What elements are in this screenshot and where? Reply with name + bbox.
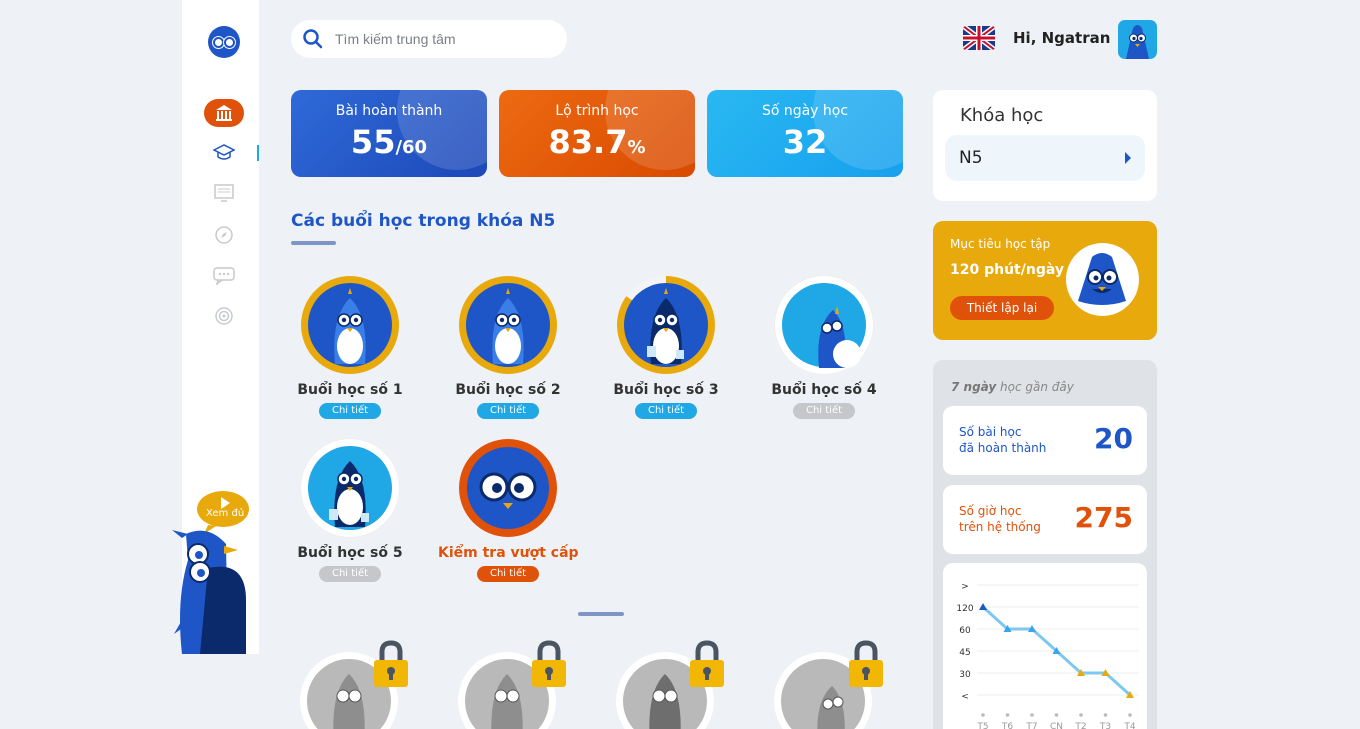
level-test[interactable]: Kiểm tra vượt cấp Chi tiết: [438, 439, 579, 582]
x-tick-dot: [1005, 713, 1010, 717]
stat-suffix: %: [627, 137, 646, 158]
x-tick-dot: [1054, 713, 1059, 717]
reset-goal-button[interactable]: Thiết lập lại: [950, 296, 1054, 320]
recent-stats-panel: 7 ngày học gần đây Số bài học đã hoàn thà…: [933, 360, 1157, 729]
x-tick-dot: [1079, 713, 1083, 717]
stat-suffix: /60: [395, 137, 428, 158]
penguin-badge-icon: [459, 276, 557, 374]
lesson-3[interactable]: Buổi học số 3 Chi tiết: [596, 276, 736, 419]
search-bar[interactable]: [291, 20, 567, 58]
lesson-name: Buổi học số 5: [297, 545, 403, 561]
penguin-badge-icon: [617, 276, 715, 374]
x-tick-label: T3: [1099, 722, 1111, 729]
helper-mascot[interactable]: Xem đủ: [168, 490, 258, 654]
y-tick-label: 120: [956, 604, 973, 614]
document-nav-icon[interactable]: [204, 179, 244, 207]
lesson-detail-button[interactable]: Chi tiết: [793, 403, 855, 419]
home-nav-icon[interactable]: [204, 99, 244, 127]
owl-badge-icon: [459, 439, 557, 537]
summary-value: 20: [1094, 422, 1133, 455]
lesson-detail-button[interactable]: Chi tiết: [319, 403, 381, 419]
see-more-label[interactable]: Xem đủ: [206, 508, 244, 519]
lesson-1[interactable]: Buổi học số 1 Chi tiết: [280, 276, 420, 419]
course-title: Khóa học: [960, 105, 1044, 126]
chevron-right-icon: [1125, 152, 1131, 164]
progress-card: Lộ trình học 83.7%: [499, 90, 695, 177]
penguin-badge-icon: [301, 439, 399, 537]
lock-icon: [373, 640, 409, 688]
y-tick-label: 45: [959, 648, 970, 658]
lesson-detail-button[interactable]: Chi tiết: [477, 403, 539, 419]
completed-lessons-card: Bài hoàn thành 55/60: [291, 90, 487, 177]
x-tick-dot: [1030, 713, 1034, 717]
stat-value: 83.7: [548, 123, 628, 161]
course-card: Khóa học N5: [933, 90, 1157, 201]
mascot-avatar: [1066, 243, 1139, 316]
section-underline: [291, 241, 336, 245]
stat-label: Số ngày học: [761, 103, 849, 119]
search-input[interactable]: [335, 31, 535, 47]
user-greeting: Hi, Ngatran: [1013, 29, 1111, 47]
x-tick-dot: [981, 713, 985, 717]
lesson-name: Buổi học số 4: [771, 382, 877, 398]
lesson-name: Kiểm tra vượt cấp: [438, 545, 579, 561]
study-days-card: Số ngày học 32: [707, 90, 903, 177]
x-tick-dot: [1103, 713, 1108, 717]
line-chart: >120 60 45 30 < T5 T6 T7 CN T2 T3 T4: [956, 582, 1139, 729]
y-tick-label: 30: [959, 670, 971, 680]
search-icon: [303, 29, 323, 49]
section-title: Các buổi học trong khóa N5: [291, 211, 556, 231]
study-hours-summary: Số giờ học trên hệ thống 275: [943, 485, 1147, 554]
lesson-name: Buổi học số 2: [455, 382, 561, 398]
x-tick-label: T2: [1074, 722, 1086, 729]
course-select[interactable]: N5: [945, 135, 1145, 181]
goal-label: Mục tiêu học tập: [950, 237, 1051, 251]
lock-icon: [689, 640, 725, 688]
lesson-detail-button[interactable]: Chi tiết: [477, 566, 539, 582]
course-selected-value: N5: [959, 148, 983, 168]
completed-lessons-summary: Số bài học đã hoàn thành 20: [943, 406, 1147, 475]
x-tick-label: T4: [1123, 722, 1135, 729]
lesson-name: Buổi học số 3: [613, 382, 719, 398]
user-avatar[interactable]: [1118, 20, 1157, 59]
chat-nav-icon[interactable]: [204, 262, 244, 290]
lesson-5[interactable]: Buổi học số 5 Chi tiết: [280, 439, 420, 582]
y-tick-label: <: [961, 692, 969, 702]
uk-flag-icon[interactable]: [963, 26, 995, 50]
lock-icon: [848, 640, 884, 688]
summary-label: Số bài học đã hoàn thành: [959, 425, 1047, 455]
section-divider: [578, 612, 624, 616]
recent-heading: 7 ngày học gần đây: [951, 380, 1074, 394]
x-tick-label: T7: [1025, 722, 1037, 729]
study-goal-card: Mục tiêu học tập 120 phút/ngày Thiết lập…: [933, 221, 1157, 340]
penguin-badge-icon: [301, 276, 399, 374]
summary-value: 275: [1074, 501, 1133, 534]
course-nav-icon[interactable]: [204, 139, 244, 167]
y-tick-label: 60: [959, 626, 971, 636]
stat-label: Lộ trình học: [555, 103, 639, 119]
lesson-detail-button[interactable]: Chi tiết: [319, 566, 381, 582]
lesson-4[interactable]: Buổi học số 4 Chi tiết: [754, 276, 894, 419]
stat-value: 55: [350, 123, 396, 161]
stat-label: Bài hoàn thành: [335, 103, 443, 119]
lesson-name: Buổi học số 1: [297, 382, 403, 398]
lock-icon: [531, 640, 567, 688]
penguin-badge-icon: [775, 276, 873, 374]
goal-value: 120 phút/ngày: [950, 262, 1064, 278]
x-tick-label: CN: [1050, 722, 1063, 729]
lesson-detail-button[interactable]: Chi tiết: [635, 403, 697, 419]
study-time-chart: >120 60 45 30 < T5 T6 T7 CN T2 T3 T4: [943, 563, 1147, 729]
active-indicator: [257, 145, 259, 161]
x-tick-label: T6: [1001, 722, 1013, 729]
target-nav-icon[interactable]: [204, 302, 244, 330]
stat-value: 32: [782, 123, 828, 161]
compass-nav-icon[interactable]: [204, 221, 244, 249]
logo[interactable]: [208, 26, 240, 58]
x-tick-dot: [1128, 713, 1132, 717]
x-tick-label: T5: [976, 722, 988, 729]
summary-label: Số giờ học trên hệ thống: [959, 504, 1041, 534]
y-tick-label: >: [961, 582, 969, 592]
lesson-2[interactable]: Buổi học số 2 Chi tiết: [438, 276, 578, 419]
